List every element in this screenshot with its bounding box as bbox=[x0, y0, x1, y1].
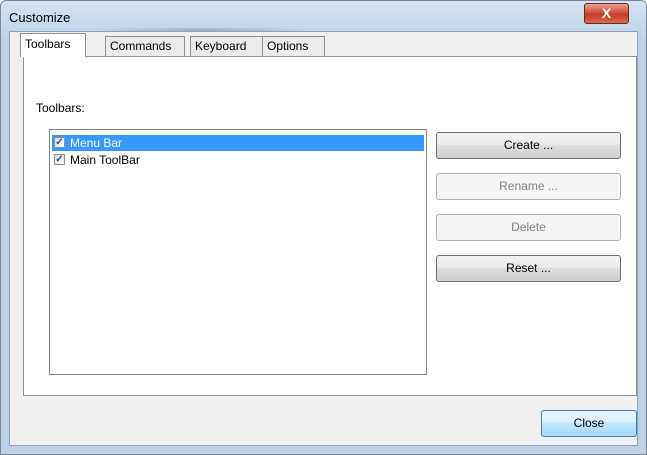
tab-keyboard[interactable]: Keyboard bbox=[190, 36, 266, 56]
title-bar[interactable]: Customize X bbox=[1, 1, 646, 33]
list-item-label: Menu Bar bbox=[70, 136, 123, 150]
checkbox-menu-bar[interactable]: ✓ bbox=[54, 137, 65, 148]
create-button[interactable]: Create ... bbox=[436, 132, 621, 159]
checkbox-main-toolbar[interactable]: ✓ bbox=[54, 154, 65, 165]
delete-button[interactable]: Delete bbox=[436, 214, 621, 241]
tab-commands[interactable]: Commands bbox=[105, 36, 185, 56]
rename-button[interactable]: Rename ... bbox=[436, 173, 621, 200]
toolbars-list-label: Toolbars: bbox=[36, 101, 85, 115]
list-item-main-toolbar[interactable]: ✓ Main ToolBar bbox=[52, 152, 424, 168]
close-button[interactable]: Close bbox=[541, 410, 637, 437]
list-item-label: Main ToolBar bbox=[70, 153, 140, 167]
tab-options[interactable]: Options bbox=[262, 36, 325, 56]
window-title: Customize bbox=[9, 10, 71, 25]
list-item-menu-bar[interactable]: ✓ Menu Bar bbox=[52, 135, 424, 151]
tab-toolbars[interactable]: Toolbars bbox=[20, 33, 86, 57]
toolbars-listbox[interactable]: ✓ Menu Bar ✓ Main ToolBar bbox=[49, 129, 427, 375]
window-close-button[interactable]: X bbox=[584, 3, 629, 24]
reset-button[interactable]: Reset ... bbox=[436, 255, 621, 282]
